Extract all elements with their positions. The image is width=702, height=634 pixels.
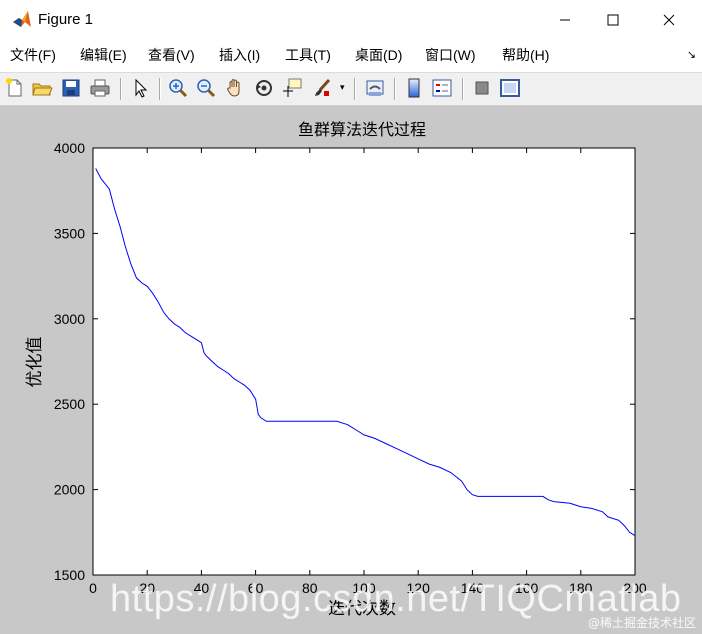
toolbar-separator <box>120 78 122 100</box>
y-axis-label: 优化值 <box>25 337 44 388</box>
data-cursor-icon[interactable] <box>281 77 303 99</box>
legend-icon[interactable] <box>431 77 453 99</box>
toolbar-separator <box>159 78 161 100</box>
matlab-logo-icon <box>12 10 32 30</box>
pan-hand-icon[interactable] <box>224 77 246 99</box>
save-icon[interactable] <box>60 77 82 99</box>
show-plot-tools-icon[interactable] <box>499 77 521 99</box>
minimize-button[interactable] <box>540 0 590 40</box>
menu-bar: 文件(F) 编辑(E) 查看(V) 插入(I) 工具(T) 桌面(D) 窗口(W… <box>0 40 702 70</box>
menu-window[interactable]: 窗口(W) <box>425 47 476 63</box>
y-tick-label: 4000 <box>54 140 85 156</box>
maximize-button[interactable] <box>588 0 638 40</box>
new-figure-icon[interactable] <box>4 77 26 99</box>
y-tick-label: 1500 <box>54 567 85 583</box>
menu-file[interactable]: 文件(F) <box>10 47 56 63</box>
y-tick-label: 2500 <box>54 396 85 412</box>
chart-title: 鱼群算法迭代过程 <box>298 120 426 139</box>
open-file-icon[interactable] <box>31 77 53 99</box>
zoom-out-icon[interactable] <box>195 77 217 99</box>
y-tick-label: 3000 <box>54 311 85 327</box>
brush-dropdown-icon[interactable]: ▾ <box>340 82 345 93</box>
toolbar-separator <box>394 78 396 100</box>
x-tick-label: 0 <box>89 580 97 596</box>
colorbar-icon[interactable] <box>403 77 425 99</box>
menu-insert[interactable]: 插入(I) <box>219 47 260 63</box>
menu-desktop[interactable]: 桌面(D) <box>355 47 402 63</box>
print-icon[interactable] <box>89 77 111 99</box>
menu-help[interactable]: 帮助(H) <box>502 47 549 63</box>
maximize-icon <box>607 14 619 26</box>
toolbar-separator <box>462 78 464 100</box>
y-tick-label: 3500 <box>54 225 85 241</box>
figure-toolbar: ▾ <box>0 72 702 106</box>
menu-view[interactable]: 查看(V) <box>148 47 195 63</box>
menu-tools[interactable]: 工具(T) <box>285 47 331 63</box>
close-icon <box>663 14 675 26</box>
dock-arrow-icon[interactable]: ↘ <box>687 48 696 61</box>
watermark-credit: @稀土掘金技术社区 <box>587 616 696 630</box>
axes-background[interactable] <box>92 147 636 576</box>
window-title: Figure 1 <box>38 11 94 28</box>
toolbar-separator <box>354 78 356 100</box>
zoom-in-icon[interactable] <box>167 77 189 99</box>
link-plot-icon[interactable] <box>364 77 386 99</box>
brush-icon[interactable] <box>311 77 333 99</box>
pointer-icon[interactable] <box>129 77 151 99</box>
figure-window: Figure 1 文件(F) 编辑(E) 查看(V) 插入(I) 工具(T) 桌… <box>0 0 702 634</box>
title-bar[interactable]: Figure 1 <box>0 0 702 40</box>
minimize-icon <box>560 19 570 21</box>
menu-edit[interactable]: 编辑(E) <box>80 47 127 63</box>
close-button[interactable] <box>644 0 694 40</box>
plot-svg: 鱼群算法迭代过程 0 20 40 60 80 100 120 140 160 180 2001500… <box>25 120 647 618</box>
rotate-3d-icon[interactable] <box>253 77 275 99</box>
hide-plot-tools-icon[interactable] <box>471 77 493 99</box>
y-tick-label: 2000 <box>54 482 85 498</box>
figure-canvas: 鱼群算法迭代过程 0 20 40 60 80 100 120 140 160 180 200 1500… <box>0 106 702 634</box>
